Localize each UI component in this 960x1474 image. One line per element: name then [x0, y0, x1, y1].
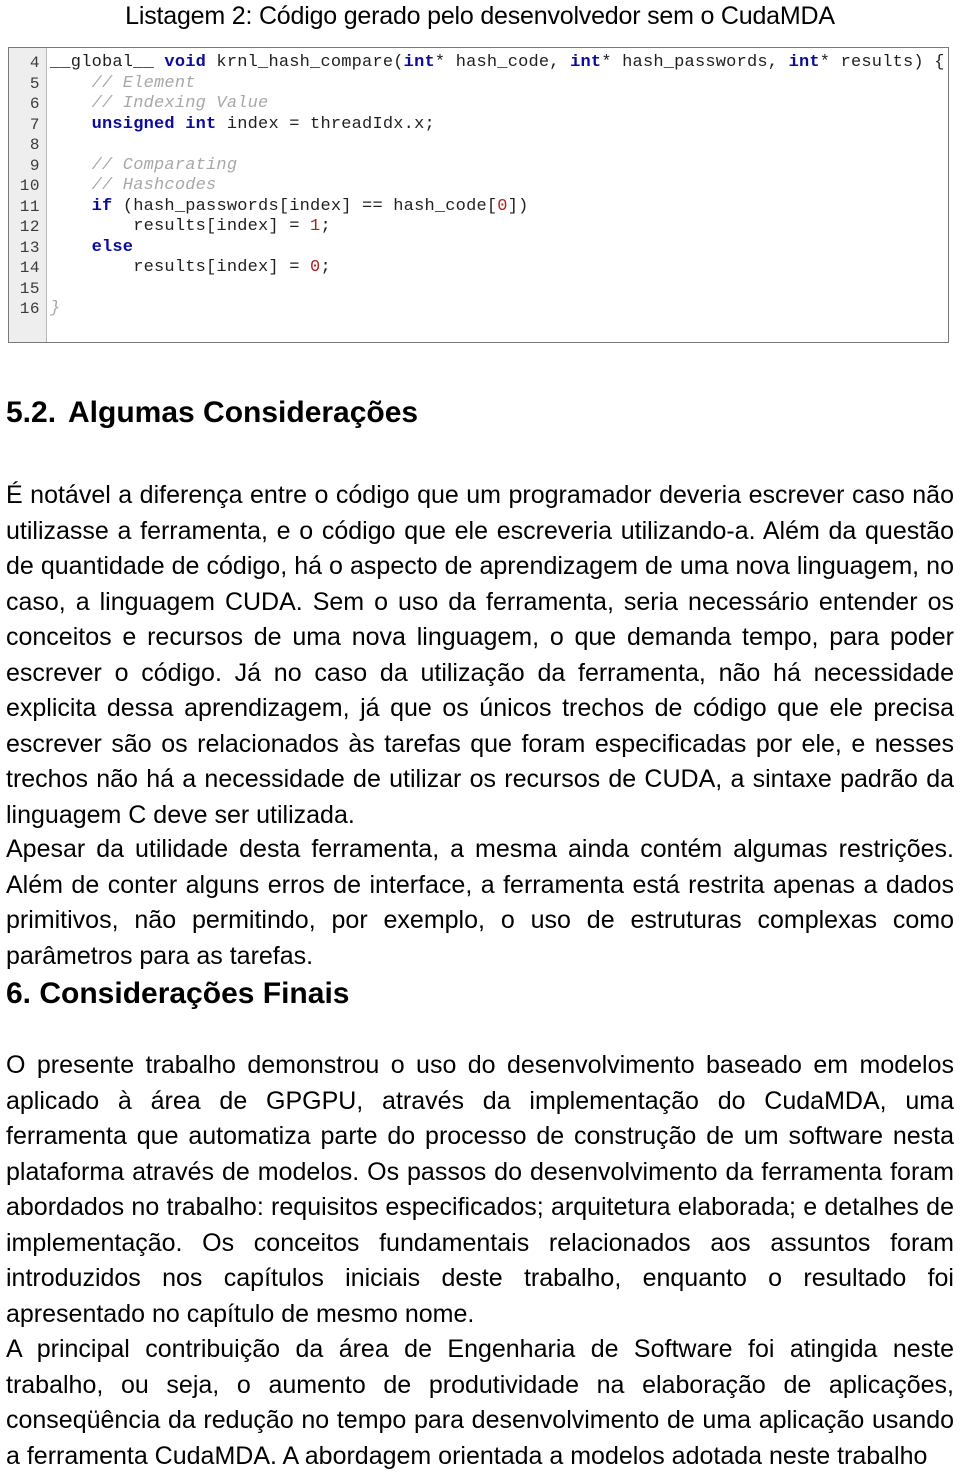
heading-number: 5.2.: [6, 396, 57, 429]
code-line-13: else: [50, 238, 948, 259]
code-comment: // Hashcodes: [50, 176, 217, 195]
code-source-area: __global__ void krnl_hash_compare(int* h…: [47, 48, 948, 342]
code-token: * hash_passwords,: [601, 53, 789, 72]
code-token: ;: [320, 217, 331, 236]
code-line-5: // Element: [50, 74, 948, 95]
line-number: 16: [19, 300, 40, 318]
code-token: }: [50, 299, 61, 318]
code-line-7: unsigned int index = threadIdx.x;: [50, 115, 948, 136]
code-token: __global__: [50, 53, 165, 72]
code-token: index = threadIdx.x;: [216, 114, 435, 134]
code-keyword: int: [403, 53, 435, 72]
code-token: (hash_passwords[index] == hash_code[: [112, 196, 498, 216]
code-keyword: else: [50, 237, 134, 257]
code-number: 0: [310, 258, 321, 277]
code-line-4: __global__ void krnl_hash_compare(int* h…: [50, 53, 948, 74]
code-line-6: // Indexing Value: [50, 94, 948, 115]
code-line-16: }: [50, 299, 948, 320]
line-number: 9: [29, 156, 40, 175]
code-keyword: unsigned int: [50, 114, 217, 134]
code-number: 1: [310, 217, 321, 236]
code-line-12: results[index] = 1;: [50, 217, 948, 238]
listing-caption: Listagem 2: Código gerado pelo desenvolv…: [125, 2, 835, 30]
code-comment: // Element: [50, 73, 196, 93]
code-token: ]): [507, 196, 529, 216]
line-number: 5: [29, 74, 40, 93]
line-number: 4: [29, 54, 40, 72]
paragraph-considerations-2: Apesar da utilidade desta ferramenta, a …: [6, 835, 954, 970]
code-token: ;: [320, 258, 331, 277]
code-listing-block: 4 5 6 7 8 9 10 11 12 13 14 15 16 __globa…: [8, 47, 949, 343]
line-number: 8: [29, 136, 40, 154]
line-number: 11: [19, 197, 40, 216]
paragraph-final-2: A principal contribuição da área de Enge…: [6, 1335, 954, 1470]
code-keyword: int: [570, 53, 602, 72]
line-number: 15: [19, 279, 40, 298]
code-keyword: void: [164, 53, 207, 72]
code-line-number-gutter: 4 5 6 7 8 9 10 11 12 13 14 15 16: [9, 48, 47, 342]
code-token: results[index] =: [50, 217, 311, 236]
code-token: krnl_hash_compare(: [206, 53, 404, 72]
code-line-10: // Hashcodes: [50, 176, 948, 197]
code-token: * hash_code,: [434, 53, 571, 72]
line-number: 7: [29, 115, 40, 134]
line-number: 10: [19, 177, 40, 195]
document-page: Listagem 2: Código gerado pelo desenvolv…: [0, 0, 960, 1470]
code-line-14: results[index] = 0;: [50, 258, 948, 279]
code-keyword: int: [788, 53, 820, 72]
code-line-11: if (hash_passwords[index] == hash_code[0…: [50, 197, 948, 218]
code-number: 0: [497, 196, 508, 216]
code-comment: // Comparating: [50, 155, 238, 175]
code-comment: // Indexing Value: [50, 94, 269, 113]
paragraph-final-1: O presente trabalho demonstrou o uso do …: [6, 1051, 954, 1328]
line-number: 6: [29, 95, 40, 113]
line-number: 13: [19, 238, 40, 257]
line-number: 12: [19, 218, 40, 236]
code-keyword: if: [50, 196, 113, 216]
heading-section-5-2: 5.2. Algumas Considerações: [6, 396, 418, 430]
code-token: * results) {: [819, 53, 945, 72]
heading-title: Algumas Considerações: [68, 396, 419, 429]
line-number: 14: [19, 259, 40, 277]
paragraph-considerations-1: É notável a diferença entre o código que…: [6, 481, 954, 829]
code-token: results[index] =: [50, 258, 311, 277]
heading-section-6: 6. Considerações Finais: [6, 977, 350, 1010]
code-line-9: // Comparating: [50, 156, 948, 177]
